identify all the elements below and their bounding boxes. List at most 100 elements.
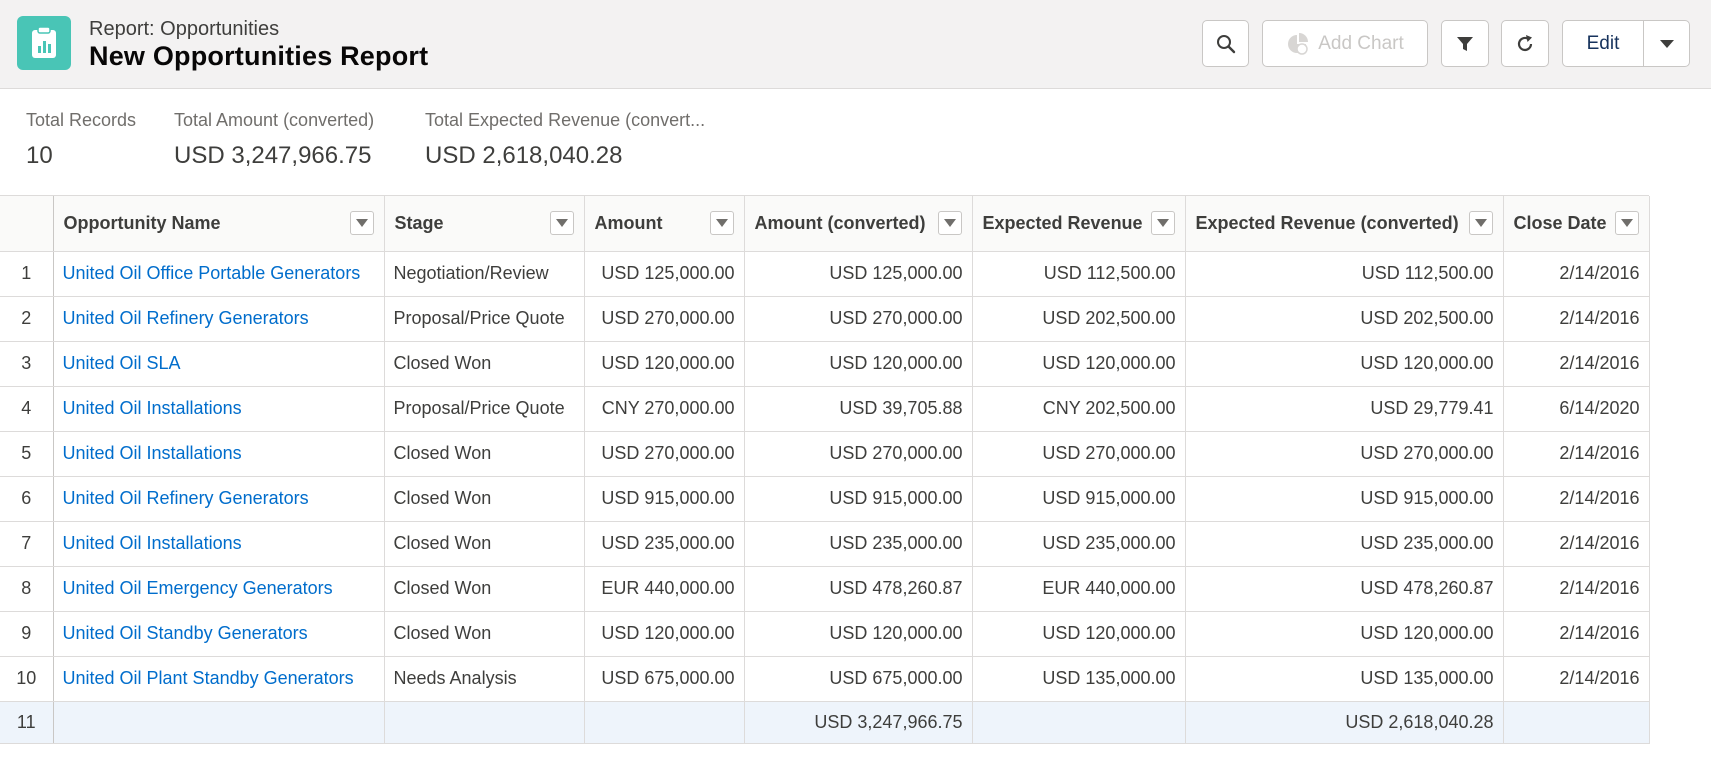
opportunity-name-link[interactable]: United Oil Installations (53, 386, 385, 432)
column-header-amount[interactable]: Amount (584, 196, 745, 252)
more-actions-button[interactable] (1643, 20, 1690, 67)
table-row: 9 United Oil Standby Generators Closed W… (0, 611, 1650, 657)
column-header-opportunity-name[interactable]: Opportunity Name (53, 196, 385, 252)
stage-cell: Closed Won (384, 476, 585, 522)
stage-cell: Closed Won (384, 566, 585, 612)
stage-cell: Proposal/Price Quote (384, 296, 585, 342)
row-number: 9 (0, 611, 54, 657)
close-date-cell: 6/14/2020 (1503, 386, 1650, 432)
column-menu-icon[interactable] (937, 211, 962, 235)
column-menu-icon[interactable] (549, 211, 574, 235)
column-menu-icon[interactable] (1614, 211, 1639, 235)
amount-cell: USD 675,000.00 (584, 656, 745, 702)
column-menu-icon[interactable] (1468, 211, 1493, 235)
table-row: 3 United Oil SLA Closed Won USD 120,000.… (0, 341, 1650, 387)
opportunity-name-link[interactable]: United Oil Office Portable Generators (53, 251, 385, 297)
column-menu-icon[interactable] (709, 211, 734, 235)
stage-cell: Closed Won (384, 521, 585, 567)
close-date-cell: 2/14/2016 (1503, 521, 1650, 567)
refresh-button[interactable] (1501, 20, 1549, 67)
empty-cell (972, 701, 1186, 744)
filter-button[interactable] (1441, 20, 1489, 67)
amount-converted-cell: USD 915,000.00 (744, 476, 973, 522)
opportunity-name-link[interactable]: United Oil Installations (53, 431, 385, 477)
column-header-close-date[interactable]: Close Date (1503, 196, 1650, 252)
amount-converted-cell: USD 478,260.87 (744, 566, 973, 612)
total-records-label: Total Records (26, 110, 137, 130)
amount-cell: USD 235,000.00 (584, 521, 745, 567)
close-date-cell: 2/14/2016 (1503, 296, 1650, 342)
edit-label: Edit (1586, 32, 1620, 54)
row-number: 1 (0, 251, 54, 297)
column-header-label: Expected Revenue (982, 212, 1143, 233)
opportunity-name-link[interactable]: United Oil Standby Generators (53, 611, 385, 657)
row-number: 6 (0, 476, 54, 522)
filter-icon (1457, 36, 1473, 51)
stage-cell: Closed Won (384, 341, 585, 387)
close-date-cell: 2/14/2016 (1503, 251, 1650, 297)
column-menu-icon[interactable] (349, 211, 374, 235)
expected-revenue-cell: EUR 440,000.00 (972, 566, 1186, 612)
amount-cell: CNY 270,000.00 (584, 386, 745, 432)
column-menu-icon[interactable] (1150, 211, 1175, 235)
table-row: 10 United Oil Plant Standby Generators N… (0, 656, 1650, 702)
opportunity-name-link[interactable]: United Oil SLA (53, 341, 385, 387)
total-amount-label: Total Amount (converted) (174, 110, 375, 130)
table-row: 8 United Oil Emergency Generators Closed… (0, 566, 1650, 612)
expected-revenue-cell: CNY 202,500.00 (972, 386, 1186, 432)
table-row: 4 United Oil Installations Proposal/Pric… (0, 386, 1650, 432)
column-header-amount-converted[interactable]: Amount (converted) (744, 196, 973, 252)
expected-revenue-converted-cell: USD 270,000.00 (1185, 431, 1504, 477)
expected-revenue-cell: USD 235,000.00 (972, 521, 1186, 567)
stage-cell: Needs Analysis (384, 656, 585, 702)
row-number: 4 (0, 386, 54, 432)
add-chart-button[interactable]: Add Chart (1262, 20, 1428, 67)
row-number: 8 (0, 566, 54, 612)
opportunity-name-link[interactable]: United Oil Emergency Generators (53, 566, 385, 612)
amount-converted-cell: USD 270,000.00 (744, 431, 973, 477)
expected-revenue-converted-cell: USD 478,260.87 (1185, 566, 1504, 612)
table-row: 2 United Oil Refinery Generators Proposa… (0, 296, 1650, 342)
close-date-cell: 2/14/2016 (1503, 341, 1650, 387)
search-button[interactable] (1202, 20, 1249, 67)
report-icon (17, 16, 71, 70)
opportunity-name-link[interactable]: United Oil Refinery Generators (53, 476, 385, 522)
opportunity-name-link[interactable]: United Oil Plant Standby Generators (53, 656, 385, 702)
row-number-header (0, 196, 54, 252)
table-row: 7 United Oil Installations Closed Won US… (0, 521, 1650, 567)
grand-total-row: 11 USD 3,247,966.75 USD 2,618,040.28 (0, 701, 1650, 744)
total-expected-revenue-label: Total Expected Revenue (convert... (425, 110, 706, 130)
amount-converted-cell: USD 120,000.00 (744, 341, 973, 387)
stage-cell: Negotiation/Review (384, 251, 585, 297)
row-number: 3 (0, 341, 54, 387)
empty-cell (1503, 701, 1650, 744)
total-expected-revenue-converted-cell: USD 2,618,040.28 (1185, 701, 1504, 744)
column-header-expected-revenue[interactable]: Expected Revenue (972, 196, 1186, 252)
chevron-down-icon (1659, 39, 1674, 48)
total-amount-value: USD 3,247,966.75 (174, 142, 372, 169)
amount-cell: USD 915,000.00 (584, 476, 745, 522)
expected-revenue-converted-cell: USD 29,779.41 (1185, 386, 1504, 432)
column-header-label: Expected Revenue (converted) (1195, 212, 1459, 233)
opportunity-name-link[interactable]: United Oil Installations (53, 521, 385, 567)
table-row: 5 United Oil Installations Closed Won US… (0, 431, 1650, 477)
page-header: Report: Opportunities New Opportunities … (0, 0, 1711, 89)
column-header-expected-revenue-converted[interactable]: Expected Revenue (converted) (1185, 196, 1504, 252)
expected-revenue-cell: USD 915,000.00 (972, 476, 1186, 522)
close-date-cell: 2/14/2016 (1503, 476, 1650, 522)
stage-cell: Closed Won (384, 431, 585, 477)
expected-revenue-converted-cell: USD 120,000.00 (1185, 341, 1504, 387)
expected-revenue-cell: USD 270,000.00 (972, 431, 1186, 477)
column-header-stage[interactable]: Stage (384, 196, 585, 252)
page-title: New Opportunities Report (89, 41, 429, 71)
row-number: 5 (0, 431, 54, 477)
edit-button[interactable]: Edit (1562, 20, 1644, 67)
opportunity-name-link[interactable]: United Oil Refinery Generators (53, 296, 385, 342)
total-expected-revenue-value: USD 2,618,040.28 (425, 142, 623, 169)
close-date-cell: 2/14/2016 (1503, 566, 1650, 612)
column-header-label: Close Date (1513, 212, 1607, 233)
total-amount-converted-cell: USD 3,247,966.75 (744, 701, 973, 744)
empty-cell (584, 701, 745, 744)
row-number: 10 (0, 656, 54, 702)
amount-converted-cell: USD 125,000.00 (744, 251, 973, 297)
